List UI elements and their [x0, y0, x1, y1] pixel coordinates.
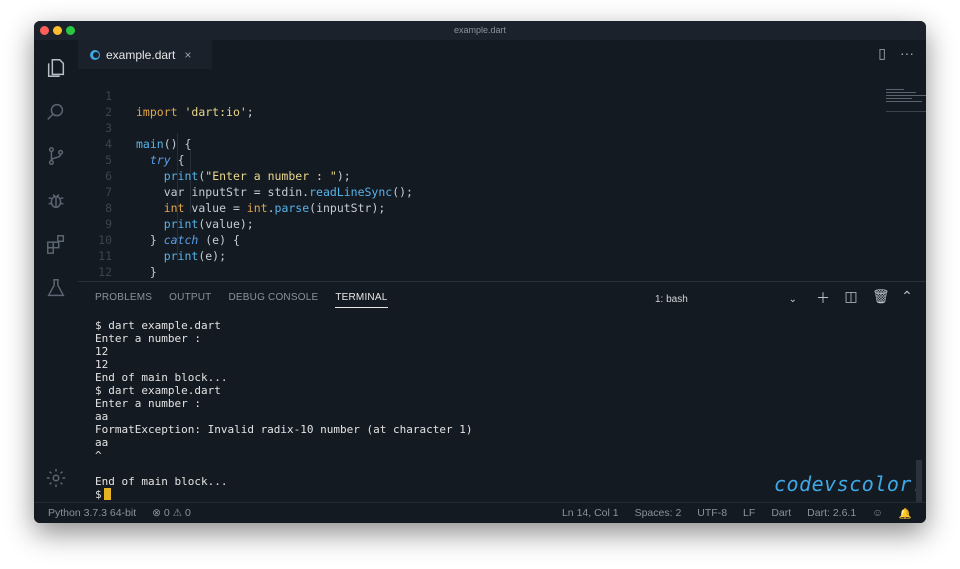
source-control-icon[interactable] [44, 144, 68, 168]
code-line: 10 print(e); [78, 216, 838, 263]
code-editor[interactable]: 1 import 'dart:io'; 2 3 main() { 4 try {… [78, 69, 926, 311]
problems-count[interactable]: ⊗ 0 ⚠ 0 [152, 507, 191, 519]
terminal-prompt: $ [95, 488, 102, 501]
python-interpreter[interactable]: Python 3.7.3 64-bit [48, 507, 136, 519]
status-bar: Python 3.7.3 64-bit ⊗ 0 ⚠ 0 Ln 14, Col 1… [34, 502, 926, 523]
terminal-cursor [103, 488, 111, 500]
chevron-down-icon: ⌄ [788, 293, 797, 305]
split-editor-icon[interactable]: ▯ [878, 45, 886, 62]
code-line: 11 } [78, 232, 838, 279]
terminal-line: End of main block... [95, 371, 228, 384]
code-line: 4 try { [78, 120, 838, 167]
terminal-line: 12 [95, 345, 109, 358]
terminal-line: End of main block... [95, 475, 228, 488]
watermark: codevscolor.com [774, 472, 926, 496]
tab-example-dart[interactable]: example.dart × [78, 40, 212, 69]
terminal-line: ^ [95, 449, 102, 462]
vscode-window: example.dart example.dart × ▯ ··· 1 impo… [34, 21, 926, 523]
close-tab-icon[interactable]: × [184, 48, 191, 62]
explorer-icon[interactable] [44, 56, 68, 80]
tab-problems[interactable]: PROBLEMS [95, 292, 152, 308]
minimap-divider [886, 111, 926, 112]
code-line: 1 import 'dart:io'; [78, 72, 838, 119]
testing-flask-icon[interactable] [44, 276, 68, 300]
activity-bar [34, 40, 78, 510]
editor-actions: ▯ ··· [878, 45, 914, 62]
terminal-line: Enter a number : [95, 397, 201, 410]
code-line: 7 int value = int.parse(inputStr); [78, 168, 838, 215]
tab-terminal[interactable]: TERMINAL [335, 292, 388, 308]
more-actions-icon[interactable]: ··· [900, 45, 914, 62]
code-line: 12 print("End of main block..."); [78, 248, 838, 295]
window-title: example.dart [453, 25, 507, 35]
tab-debug-console[interactable]: DEBUG CONSOLE [228, 292, 318, 308]
language-mode[interactable]: Dart [771, 507, 791, 519]
dart-sdk-version[interactable]: Dart: 2.6.1 [807, 507, 856, 519]
cursor-position[interactable]: Ln 14, Col 1 [562, 507, 619, 519]
panel-actions: ＋ ◫ 🗑 ⌃ ✕ [816, 288, 926, 308]
code-line: 9 } catch (e) { [78, 200, 838, 247]
tab-label: example.dart [106, 47, 176, 62]
maximize-panel-icon[interactable]: ⌃ [900, 288, 914, 308]
encoding[interactable]: UTF-8 [697, 507, 727, 519]
terminal-line: FormatException: Invalid radix-10 number… [95, 423, 473, 436]
code-line: 3 main() { [78, 104, 838, 151]
terminal-prompt-line: $ [95, 488, 885, 501]
new-terminal-icon[interactable]: ＋ [816, 288, 830, 308]
indentation[interactable]: Spaces: 2 [635, 507, 682, 519]
code-line: 6 var inputStr = stdin.readLineSync(); [78, 152, 838, 199]
code-line: 5 print("Enter a number : "); [78, 136, 838, 183]
dart-file-icon [90, 49, 100, 60]
terminal-line: aa [95, 436, 109, 449]
editor-tabs: example.dart × ▯ ··· [78, 40, 926, 69]
panel-tabs: PROBLEMS OUTPUT DEBUG CONSOLE TERMINAL [95, 292, 405, 308]
feedback-smiley-icon[interactable]: ☺ [872, 507, 883, 519]
trash-icon[interactable]: 🗑 [872, 288, 890, 308]
search-icon[interactable] [44, 100, 68, 124]
terminal-line: 12 [95, 358, 109, 371]
terminal-line: $ dart example.dart [95, 319, 221, 332]
terminal-line: $ dart example.dart [95, 384, 221, 397]
terminal-output[interactable]: $ dart example.dart Enter a number : 12 … [95, 319, 885, 501]
terminal-scrollbar[interactable] [916, 460, 922, 506]
minimap[interactable] [886, 89, 926, 107]
settings-gear-icon[interactable] [44, 466, 68, 490]
bottom-panel: PROBLEMS OUTPUT DEBUG CONSOLE TERMINAL 1… [78, 281, 926, 510]
code-line: 13 } [78, 264, 838, 311]
terminal-shell-select[interactable]: 1: bash ⌄ [653, 290, 803, 308]
extensions-icon[interactable] [44, 232, 68, 256]
split-terminal-icon[interactable]: ◫ [844, 288, 858, 308]
debug-icon[interactable] [44, 188, 68, 212]
code-line: 8 print(value); [78, 184, 838, 231]
terminal-line: Enter a number : [95, 332, 201, 345]
title-bar: example.dart [34, 21, 926, 40]
terminal-line: aa [95, 410, 109, 423]
tab-output[interactable]: OUTPUT [169, 292, 211, 308]
notifications-bell-icon[interactable]: 🔔 [899, 507, 912, 520]
code-line: 2 [78, 88, 838, 119]
end-of-line[interactable]: LF [743, 507, 755, 519]
shell-label: 1: bash [655, 293, 688, 305]
